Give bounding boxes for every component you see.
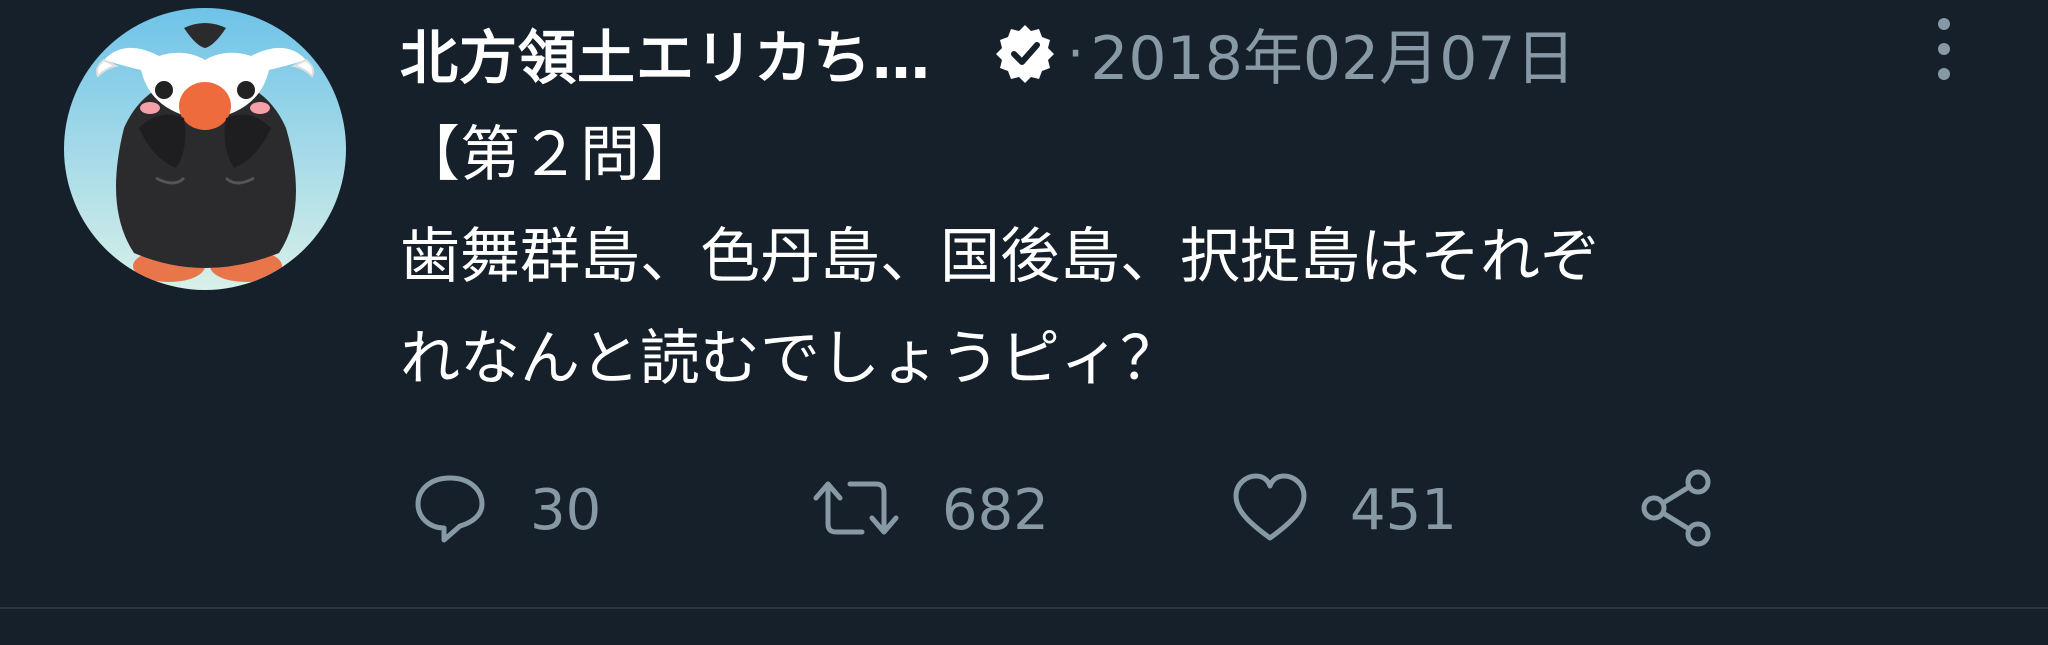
more-vertical-icon[interactable]: [1926, 14, 1962, 84]
tweet-body-line: れなんと読むでしょうピィ？: [400, 324, 1180, 394]
tweet-date[interactable]: 2018年02月07日: [1090, 10, 1575, 97]
header-separator: ·: [1067, 21, 1085, 85]
avatar[interactable]: [64, 8, 346, 290]
tweet-card[interactable]: 北方領土エリカち… · 2018年02月07日 【第２問】 歯舞群島、色丹島、国…: [0, 0, 2048, 645]
tweet-body: 【第２問】 歯舞群島、色丹島、国後島、択捉島はそれぞ れなんと読むでしょうピィ？: [400, 104, 1980, 410]
heart-icon: [1228, 466, 1312, 554]
reply-button[interactable]: 30: [408, 460, 601, 560]
reply-count: 30: [530, 477, 602, 543]
verified-badge-icon: [993, 21, 1057, 85]
share-icon: [1634, 466, 1718, 554]
divider: [0, 607, 2048, 609]
reply-icon: [408, 466, 492, 554]
share-button[interactable]: [1634, 460, 1718, 560]
tweet-header: 北方領土エリカち… · 2018年02月07日: [400, 8, 1576, 98]
like-button[interactable]: 451: [1228, 460, 1457, 560]
tweet-body-line: 歯舞群島、色丹島、国後島、択捉島はそれぞ: [400, 222, 1600, 292]
author-name[interactable]: 北方領土エリカち…: [400, 11, 931, 95]
retweet-icon: [808, 466, 904, 554]
retweet-button[interactable]: 682: [808, 460, 1049, 560]
tweet-body-line: 【第２問】: [400, 120, 700, 190]
retweet-count: 682: [942, 477, 1049, 543]
like-count: 451: [1350, 477, 1457, 543]
tweet-actions: 30 682 451: [0, 460, 2048, 560]
